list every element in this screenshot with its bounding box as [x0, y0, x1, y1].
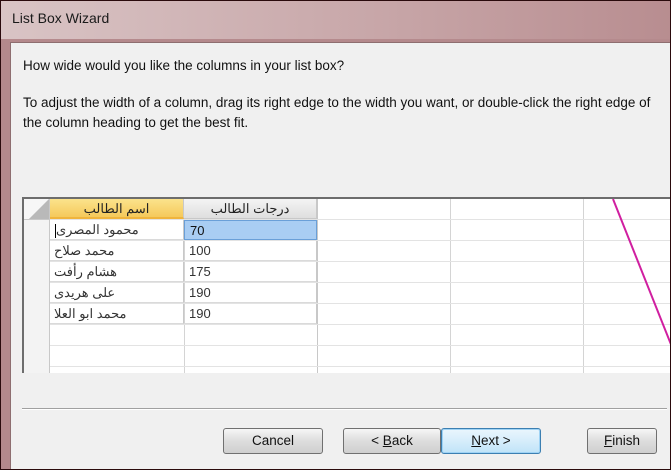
back-accelerator: B — [382, 433, 392, 448]
finish-button[interactable]: Finish — [587, 428, 657, 454]
next-button[interactable]: Next > — [441, 428, 541, 454]
row-selector-column[interactable] — [24, 199, 50, 373]
grid-line — [583, 199, 584, 373]
column-header-student-grade[interactable]: درجات الطالب — [184, 199, 317, 219]
back-prefix: < — [371, 433, 383, 448]
instructions-text: To adjust the width of a column, drag it… — [23, 95, 651, 130]
finish-label: inish — [612, 433, 640, 448]
next-label: ext > — [481, 433, 511, 448]
finish-accelerator: F — [603, 433, 613, 448]
cell-student-grade[interactable]: 190 — [184, 283, 317, 303]
cell-student-name[interactable]: على هريدى — [50, 283, 184, 303]
back-label: ack — [391, 433, 413, 448]
grid-line — [450, 199, 451, 373]
cell-student-name[interactable]: هشام رأفت — [50, 262, 184, 282]
grid-line — [317, 199, 318, 373]
cancel-button[interactable]: Cancel — [223, 428, 323, 454]
grid-line — [24, 324, 670, 325]
column-width-grid[interactable]: اسم الطالب درجات الطالب محمود المصرى 70 … — [22, 197, 670, 373]
back-button[interactable]: < Back — [343, 428, 441, 454]
cell-student-name[interactable]: محمود المصرى — [50, 220, 184, 240]
window-title: List Box Wizard — [12, 10, 110, 26]
question-text: How wide would you like the columns in y… — [23, 58, 345, 73]
next-accelerator: N — [471, 433, 482, 448]
cell-student-name[interactable]: محمد صلاح — [50, 241, 184, 261]
divider — [22, 408, 667, 410]
cell-text: محمود المصرى — [56, 222, 139, 237]
cell-student-grade[interactable]: 70 — [184, 220, 317, 240]
grid-line — [24, 366, 670, 367]
list-box-wizard-window: List Box Wizard How wide would you like … — [0, 0, 671, 470]
cell-student-name[interactable]: محمد ابو العلا — [50, 304, 184, 324]
column-header-student-name[interactable]: اسم الطالب — [50, 199, 184, 219]
cell-student-grade[interactable]: 175 — [184, 262, 317, 282]
select-all-corner[interactable] — [24, 199, 49, 220]
cell-student-grade[interactable]: 190 — [184, 304, 317, 324]
title-bar[interactable]: List Box Wizard — [1, 1, 670, 39]
grid-line — [24, 345, 670, 346]
wizard-content: How wide would you like the columns in y… — [10, 42, 670, 469]
cell-student-grade[interactable]: 100 — [184, 241, 317, 261]
